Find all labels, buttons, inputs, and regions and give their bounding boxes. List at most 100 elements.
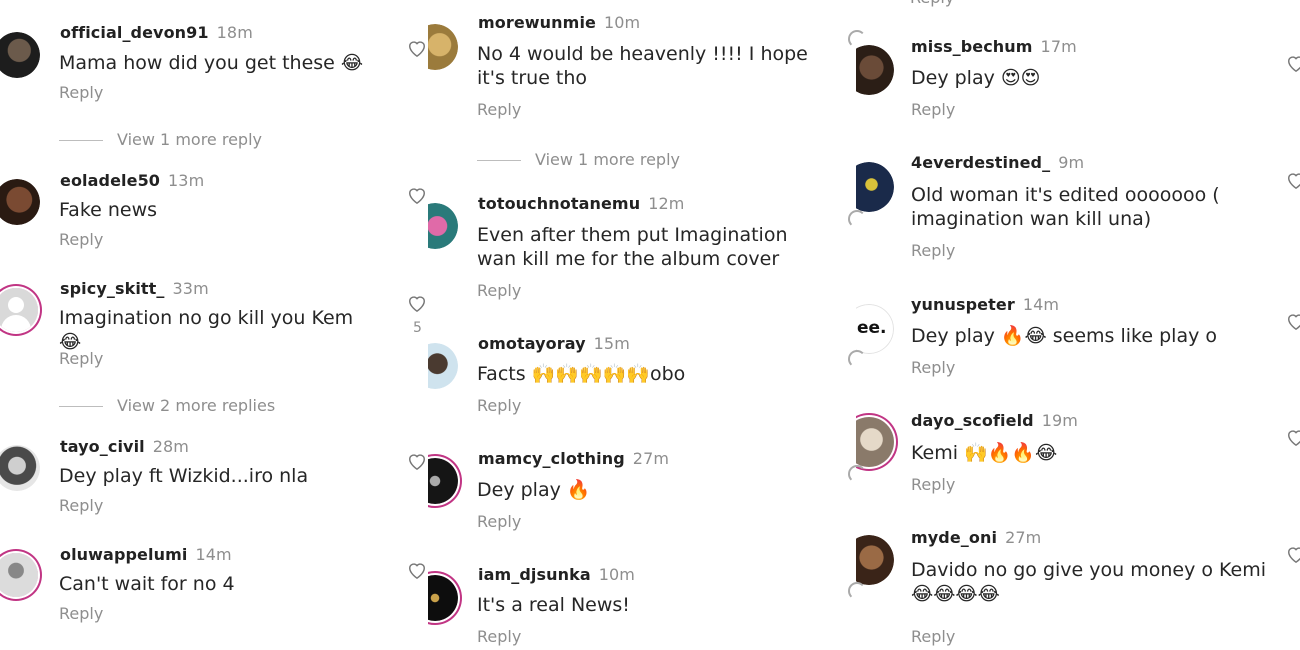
like-heart-icon[interactable] — [1285, 311, 1300, 331]
avatar[interactable] — [856, 417, 894, 467]
spinner-arc-icon — [848, 210, 866, 228]
comment-item: tayo_civil 28m Dey play ft Wizkid...iro n… — [0, 420, 400, 530]
username[interactable]: yunuspeter 14m — [911, 295, 1059, 314]
username[interactable]: totouchnotanemu 12m — [478, 194, 684, 213]
avatar-logo-text: ee. — [857, 318, 887, 338]
reply-button[interactable]: Reply — [477, 512, 521, 531]
avatar[interactable] — [0, 179, 40, 225]
comment-text: Dey play 🔥 — [477, 479, 591, 501]
avatar[interactable] — [0, 32, 40, 78]
comment-column-1: official_devon91 18m Mama how did you get… — [0, 0, 400, 650]
comment-time: 33m — [172, 279, 209, 298]
username[interactable]: dayo_scofield 19m — [911, 411, 1078, 430]
comment-time: 10m — [603, 13, 641, 32]
comment-text: It's a real News! — [477, 594, 630, 616]
comment-text: No 4 would be heavenly !!!! I hope it's … — [477, 43, 808, 89]
spinner-arc-icon — [848, 350, 866, 368]
comment-text: Dey play 😍😍 — [911, 67, 1041, 89]
comment-item: eoladele50 13m Fake news Reply — [0, 160, 400, 270]
comment-item: omotayoray 15m Facts 🙌🙌🙌🙌🙌obo Reply — [400, 325, 840, 440]
username[interactable]: tayo_civil 28m — [60, 437, 189, 456]
spinner-arc-icon — [848, 582, 866, 600]
reply-button[interactable]: Reply — [477, 627, 521, 646]
reply-button[interactable]: Reply — [911, 241, 955, 260]
view-more-replies[interactable]: View 1 more reply — [477, 150, 680, 169]
reply-button[interactable]: Reply — [910, 0, 954, 7]
comment-text: Imagination no go kill you Kem 😂 — [59, 307, 354, 353]
comment-text: Dey play 🔥😂 seems like play o — [911, 325, 1217, 347]
reply-button[interactable]: Reply — [477, 100, 521, 119]
comment-time: 17m — [1040, 37, 1077, 56]
comment-text: Old woman it's edited ooooooo ( imaginat… — [911, 184, 1220, 230]
comment-time: 14m — [195, 545, 232, 564]
username[interactable]: myde_oni 27m — [911, 528, 1041, 547]
like-heart-icon[interactable] — [1285, 53, 1300, 73]
reply-button[interactable]: Reply — [911, 475, 955, 494]
spinner-arc-icon — [848, 465, 866, 483]
comment-text: Facts 🙌🙌🙌🙌🙌obo — [477, 363, 686, 385]
like-heart-icon[interactable] — [1285, 170, 1300, 190]
comment-item: totouchnotanemu 12m Even after them put I… — [400, 180, 840, 336]
avatar[interactable] — [428, 343, 458, 389]
comment-item: mamcy_clothing 27m Dey play 🔥 Reply — [400, 440, 840, 555]
username[interactable]: eoladele50 13m — [60, 171, 204, 190]
username[interactable]: omotayoray 15m — [478, 334, 630, 353]
comment-item: spicy_skitt_ 33m Imagination no go kill y… — [0, 270, 400, 420]
comment-column-2: morewunmie 10m No 4 would be heavenly !!!… — [400, 0, 840, 650]
reply-button[interactable]: Reply — [59, 604, 103, 623]
reply-button[interactable]: Reply — [59, 349, 103, 368]
comment-time: 27m — [1005, 528, 1042, 547]
avatar[interactable] — [0, 553, 38, 597]
username[interactable]: spicy_skitt_ 33m — [60, 279, 209, 298]
view-more-replies[interactable]: View 2 more replies — [59, 396, 275, 415]
avatar[interactable] — [856, 162, 894, 212]
comment-time: 9m — [1058, 153, 1085, 172]
like-heart-icon[interactable] — [1285, 544, 1300, 564]
like-heart-icon[interactable] — [406, 293, 428, 313]
reply-button[interactable]: Reply — [477, 396, 521, 415]
avatar[interactable] — [856, 535, 894, 585]
reply-button[interactable]: Reply — [911, 358, 955, 377]
comment-time: 28m — [152, 437, 189, 456]
like-heart-icon[interactable] — [406, 560, 428, 580]
username[interactable]: miss_bechum 17m — [911, 37, 1077, 56]
view-more-replies[interactable]: View 1 more reply — [59, 130, 262, 149]
username[interactable]: official_devon91 18m — [60, 23, 253, 42]
comment-time: 27m — [632, 449, 670, 468]
avatar[interactable] — [0, 445, 40, 491]
reply-button[interactable]: Reply — [59, 230, 103, 249]
comment-item: official_devon91 18m Mama how did you get… — [0, 0, 400, 160]
comment-time: 15m — [593, 334, 630, 353]
like-heart-icon[interactable] — [406, 38, 428, 58]
like-heart-icon[interactable] — [406, 451, 428, 471]
comment-time: 12m — [648, 194, 685, 213]
comment-item: miss_bechum 17m Dey play 😍😍 Reply — [840, 25, 1300, 150]
avatar[interactable]: ee. — [856, 304, 894, 354]
avatar[interactable] — [856, 45, 894, 95]
like-heart-icon[interactable] — [406, 185, 428, 205]
comment-text: Mama how did you get these 😂 — [59, 52, 364, 74]
avatar[interactable] — [428, 575, 458, 621]
comment-time: 13m — [168, 171, 205, 190]
comment-text: Even after them put Imagination wan kill… — [477, 224, 788, 270]
username[interactable]: iam_djsunka 10m — [478, 565, 635, 584]
reply-button[interactable]: Reply — [911, 627, 955, 646]
comment-time: 19m — [1041, 411, 1078, 430]
comment-text: Can't wait for no 4 — [59, 573, 235, 595]
reply-button[interactable]: Reply — [477, 281, 521, 300]
username[interactable]: 4everdestined_ 9m — [911, 153, 1084, 172]
avatar[interactable] — [0, 288, 38, 332]
reply-button[interactable]: Reply — [59, 496, 103, 515]
comment-time: 14m — [1022, 295, 1060, 314]
comment-item: dayo_scofield 19m Kemi 🙌🔥🔥😂 Reply — [840, 405, 1300, 520]
username[interactable]: morewunmie 10m — [478, 13, 640, 32]
comment-text: Fake news — [59, 199, 158, 221]
username[interactable]: oluwappelumi 14m — [60, 545, 232, 564]
avatar[interactable] — [428, 203, 458, 249]
reply-button[interactable]: Reply — [59, 83, 103, 102]
like-heart-icon[interactable] — [1285, 427, 1300, 447]
username[interactable]: mamcy_clothing 27m — [478, 449, 669, 468]
comment-item: iam_djsunka 10m It's a real News! Reply — [400, 555, 840, 650]
comment-time: 18m — [216, 23, 253, 42]
reply-button[interactable]: Reply — [911, 100, 955, 119]
